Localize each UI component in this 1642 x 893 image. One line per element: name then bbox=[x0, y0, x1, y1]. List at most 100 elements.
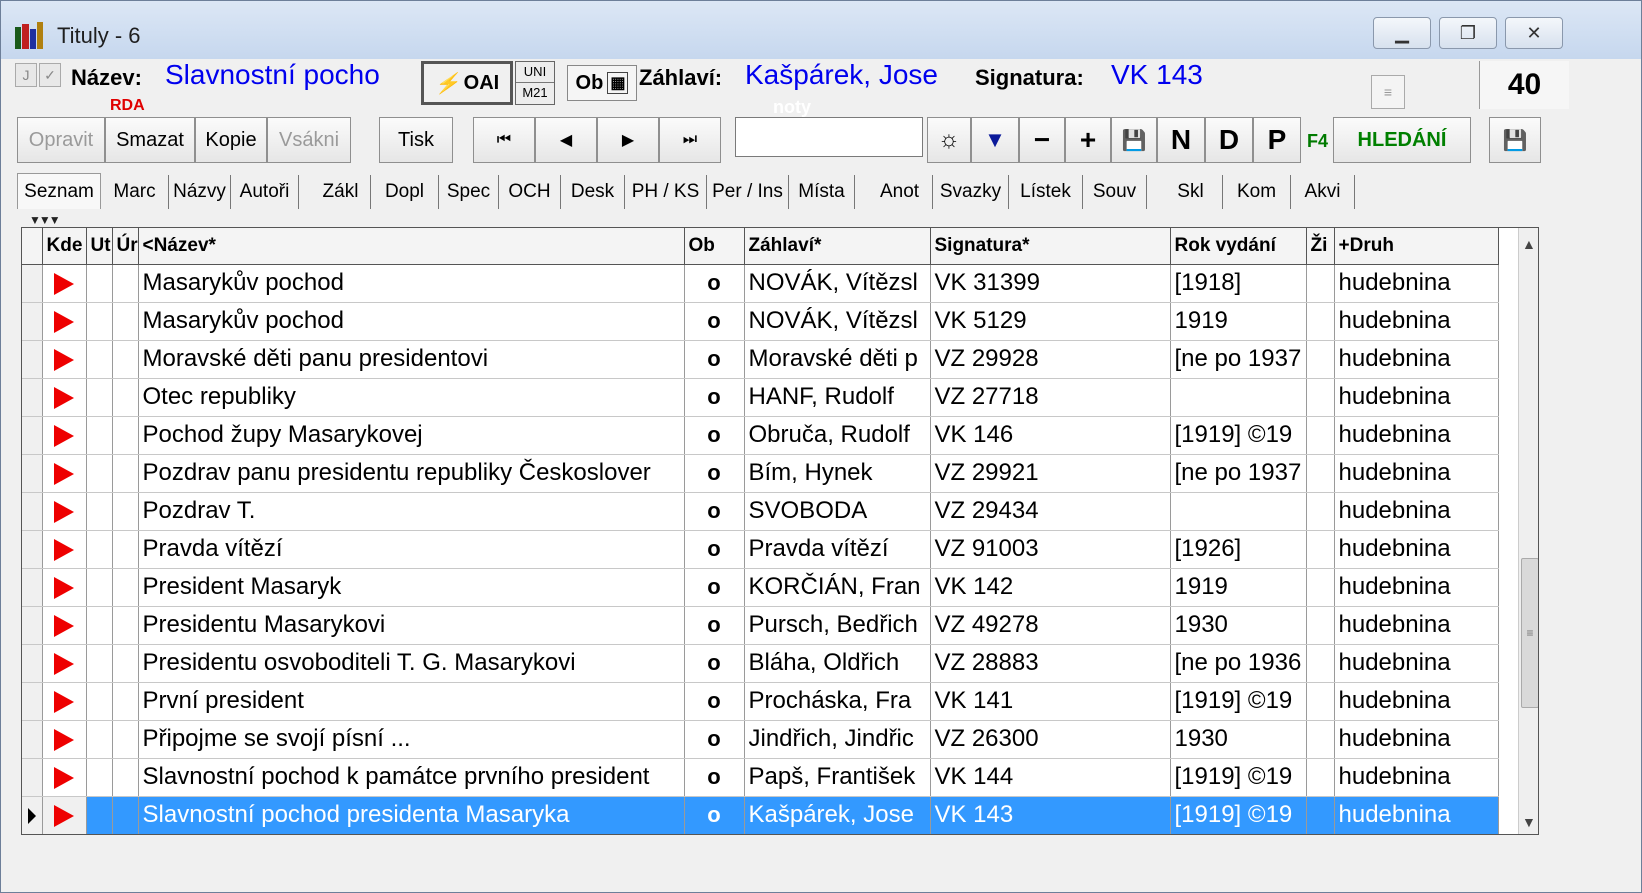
table-row[interactable]: Pochod župy Masarykovej o Obruča, Rudolf VK… bbox=[22, 416, 1499, 455]
uni-m21-button[interactable]: UNI M21 bbox=[515, 61, 555, 105]
tab-seznam[interactable]: Seznam bbox=[17, 173, 101, 209]
ob-button[interactable]: Ob ▦ bbox=[567, 65, 637, 101]
tab-dopl[interactable]: Dopl bbox=[371, 175, 439, 209]
kde-cell[interactable] bbox=[42, 340, 87, 379]
kde-cell[interactable] bbox=[42, 720, 87, 759]
add-button[interactable]: + bbox=[1065, 117, 1111, 163]
column-header[interactable]: Úr bbox=[112, 228, 139, 265]
remove-button[interactable]: − bbox=[1019, 117, 1065, 163]
d-button[interactable]: D bbox=[1205, 117, 1253, 163]
kde-cell[interactable] bbox=[42, 302, 87, 341]
quick-search-input[interactable] bbox=[735, 117, 923, 157]
smazat-button[interactable]: Smazat bbox=[105, 117, 195, 163]
row-selector[interactable] bbox=[22, 720, 43, 759]
row-selector[interactable] bbox=[22, 302, 43, 341]
tab-och[interactable]: OCH bbox=[499, 175, 561, 209]
column-header[interactable]: Ut bbox=[86, 228, 113, 265]
j-toggle-icon[interactable]: J bbox=[15, 63, 37, 87]
column-header[interactable]: Rok vydání bbox=[1170, 228, 1307, 265]
row-selector[interactable] bbox=[22, 796, 43, 834]
kde-cell[interactable] bbox=[42, 264, 87, 303]
tab-svazky[interactable]: Svazky bbox=[933, 175, 1009, 209]
sun-icon[interactable]: ☼ bbox=[927, 117, 971, 163]
tab-souv[interactable]: Souv bbox=[1083, 175, 1147, 209]
column-header[interactable] bbox=[22, 228, 43, 265]
table-row[interactable]: Připojme se svojí písní ... o Jindřich, Ji… bbox=[22, 720, 1499, 759]
tab-per-ins[interactable]: Per / Ins bbox=[707, 175, 789, 209]
column-header[interactable]: <Název* bbox=[138, 228, 685, 265]
table-row[interactable]: Presidentu Masarykovi o Pursch, Bedřich VZ … bbox=[22, 606, 1499, 645]
table-row[interactable]: První president o Procháska, Fra VK 141 [191… bbox=[22, 682, 1499, 721]
column-header[interactable]: Signatura* bbox=[930, 228, 1171, 265]
column-header[interactable]: Ži bbox=[1306, 228, 1335, 265]
row-selector[interactable] bbox=[22, 264, 43, 303]
row-selector[interactable] bbox=[22, 340, 43, 379]
tab-z-kl[interactable]: Zákl bbox=[311, 175, 371, 209]
column-header[interactable]: Ob bbox=[684, 228, 745, 265]
tab-m-sta[interactable]: Místa bbox=[789, 175, 855, 209]
kde-cell[interactable] bbox=[42, 568, 87, 607]
save-all-icon[interactable]: 💾 bbox=[1489, 117, 1541, 163]
row-selector[interactable] bbox=[22, 454, 43, 493]
row-selector[interactable] bbox=[22, 492, 43, 531]
table-row[interactable]: President Masaryk o KORČIÁN, Fran VK 142 191… bbox=[22, 568, 1499, 607]
kde-cell[interactable] bbox=[42, 378, 87, 417]
tab-desk[interactable]: Desk bbox=[561, 175, 625, 209]
hledani-button[interactable]: HLEDÁNÍ bbox=[1333, 117, 1471, 163]
kde-cell[interactable] bbox=[42, 682, 87, 721]
tab-ph-ks[interactable]: PH / KS bbox=[625, 175, 707, 209]
row-selector[interactable] bbox=[22, 606, 43, 645]
row-selector[interactable] bbox=[22, 416, 43, 455]
column-header[interactable]: +Druh bbox=[1334, 228, 1499, 265]
tab-auto-i[interactable]: Autoři bbox=[231, 175, 299, 209]
close-button[interactable]: ✕ bbox=[1505, 17, 1563, 49]
vertical-scrollbar[interactable]: ▲ ≡ ▼ bbox=[1518, 228, 1538, 834]
kde-cell[interactable] bbox=[42, 416, 87, 455]
row-selector[interactable] bbox=[22, 758, 43, 797]
prev-record-button[interactable]: ◀ bbox=[535, 117, 597, 163]
tab-n-zvy[interactable]: Názvy bbox=[169, 175, 231, 209]
scroll-down-icon[interactable]: ▼ bbox=[1522, 814, 1536, 830]
table-row[interactable]: Slavnostní pochod k památce prvního pres… bbox=[22, 758, 1499, 797]
document-icon[interactable]: ≡ bbox=[1371, 75, 1405, 109]
tisk-button[interactable]: Tisk bbox=[379, 117, 453, 163]
vsakni-button[interactable]: Vsákni bbox=[267, 117, 351, 163]
kde-cell[interactable] bbox=[42, 492, 87, 531]
scroll-up-icon[interactable]: ▲ bbox=[1522, 236, 1536, 252]
row-selector[interactable] bbox=[22, 530, 43, 569]
filter-down-button[interactable]: ▼ bbox=[971, 117, 1019, 163]
tab-kom[interactable]: Kom bbox=[1223, 175, 1291, 209]
p-button[interactable]: P bbox=[1253, 117, 1301, 163]
kde-cell[interactable] bbox=[42, 606, 87, 645]
first-record-button[interactable]: ⏮ bbox=[473, 117, 535, 163]
opravit-button[interactable]: Opravit bbox=[17, 117, 105, 163]
tab-spec[interactable]: Spec bbox=[439, 175, 499, 209]
table-row[interactable]: Pozdrav T. o SVOBODA VZ 29434 hudebnina bbox=[22, 492, 1499, 531]
row-selector[interactable] bbox=[22, 644, 43, 683]
tab-akvi[interactable]: Akvi bbox=[1291, 175, 1355, 209]
kde-cell[interactable] bbox=[42, 454, 87, 493]
check-toggle-icon[interactable]: ✓ bbox=[39, 63, 61, 87]
column-header[interactable]: Kde bbox=[42, 228, 87, 265]
table-row[interactable]: Masarykův pochod o NOVÁK, Vítězsl VK 5129 19… bbox=[22, 302, 1499, 341]
tab-skl[interactable]: Skl bbox=[1159, 175, 1223, 209]
row-selector[interactable] bbox=[22, 378, 43, 417]
table-row[interactable]: Pozdrav panu presidentu republiky Českos… bbox=[22, 454, 1499, 493]
table-row[interactable]: Moravské děti panu presidentovi o Moravské… bbox=[22, 340, 1499, 379]
table-row[interactable]: Otec republiky o HANF, Rudolf VZ 27718 hudeb… bbox=[22, 378, 1499, 417]
kde-cell[interactable] bbox=[42, 758, 87, 797]
n-button[interactable]: N bbox=[1157, 117, 1205, 163]
table-row[interactable]: Slavnostní pochod presidenta Masaryka o Ka… bbox=[22, 796, 1499, 834]
minimize-button[interactable]: ▁ bbox=[1373, 17, 1431, 49]
scroll-thumb[interactable]: ≡ bbox=[1521, 558, 1538, 708]
kde-cell[interactable] bbox=[42, 530, 87, 569]
column-header[interactable]: Záhlaví* bbox=[744, 228, 931, 265]
row-selector[interactable] bbox=[22, 682, 43, 721]
last-record-button[interactable]: ⏭ bbox=[659, 117, 721, 163]
kde-cell[interactable] bbox=[42, 796, 87, 834]
table-row[interactable]: Pravda vítězí o Pravda vítězí VZ 91003 [1926… bbox=[22, 530, 1499, 569]
restore-button[interactable]: ❐ bbox=[1439, 17, 1497, 49]
next-record-button[interactable]: ▶ bbox=[597, 117, 659, 163]
table-row[interactable]: Masarykův pochod o NOVÁK, Vítězsl VK 31399[… bbox=[22, 264, 1499, 303]
kde-cell[interactable] bbox=[42, 644, 87, 683]
